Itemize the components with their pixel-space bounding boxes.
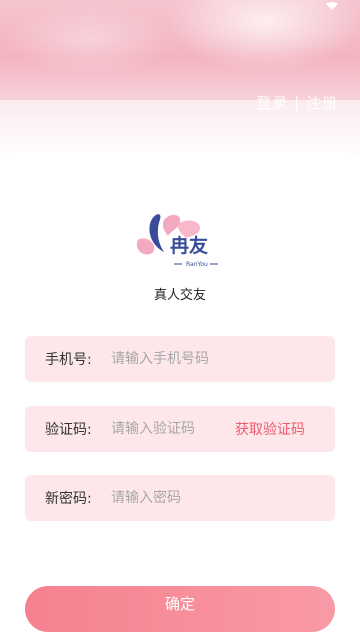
header-banner: 登录 | 注册 [0, 0, 360, 160]
submit-button[interactable]: 确定 [25, 586, 335, 632]
ranyou-logo: 冉友 RanYou [136, 214, 218, 268]
get-code-button[interactable]: 获取验证码 [235, 419, 335, 439]
tagline: 真人交友 [153, 288, 206, 303]
logo-wordmark: 冉友 [170, 234, 208, 257]
code-field: 验证码: 获取验证码 [25, 406, 335, 452]
phone-input[interactable] [111, 351, 335, 367]
code-label: 验证码: [45, 422, 92, 438]
login-register-link[interactable]: 登录 | 注册 [256, 92, 338, 113]
phone-field: 手机号: [25, 336, 335, 382]
password-label: 新密码: [45, 491, 92, 507]
password-input[interactable] [111, 490, 335, 506]
logo-subtext: RanYou [186, 261, 208, 268]
code-input[interactable] [111, 421, 235, 437]
wifi-icon [326, 2, 338, 10]
phone-label: 手机号: [45, 352, 92, 368]
password-field: 新密码: [25, 475, 335, 521]
